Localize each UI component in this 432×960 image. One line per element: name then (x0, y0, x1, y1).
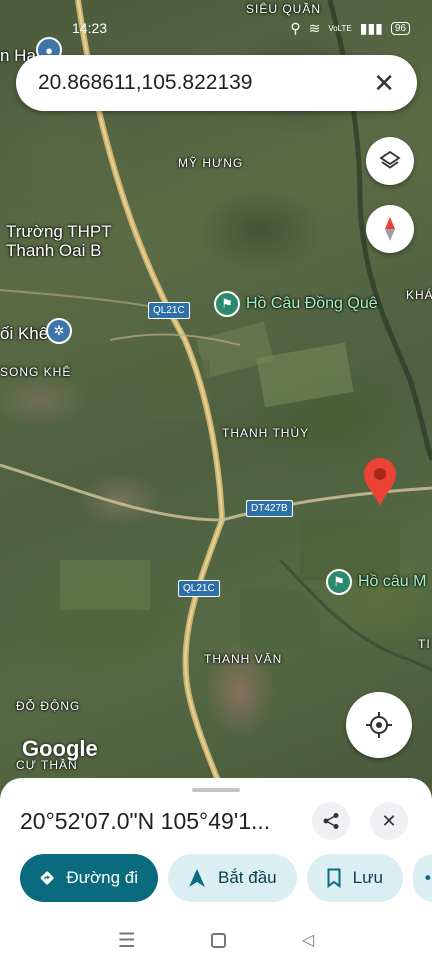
home-icon[interactable] (211, 932, 227, 948)
search-query[interactable]: 20.868611,105.822139 (38, 71, 373, 95)
system-nav-bar: ☰ ◁ (0, 920, 432, 960)
close-icon[interactable]: ✕ (373, 70, 395, 96)
compass-icon (385, 217, 395, 241)
battery-indicator: 96 (390, 22, 410, 35)
status-icons: ⚲ ≋ VoLTE ▮▮▮ 96 (290, 20, 410, 37)
layers-icon (379, 150, 401, 169)
wifi-icon: ≋ (308, 20, 321, 36)
map-label-truong-thpt: Trường THPT Thanh Oai B (6, 222, 112, 260)
map-label-ti: TI (418, 637, 431, 651)
more-icon: • (424, 868, 431, 887)
status-bar: 14:23 ⚲ ≋ VoLTE ▮▮▮ 96 (0, 0, 432, 56)
status-time: 14:23 (72, 20, 108, 36)
place-bottom-sheet[interactable]: 20°52'07.0"N 105°49'1... ✕ Đường đi Bắt … (0, 778, 432, 960)
map-label-song-khe: SONG KHÊ (0, 365, 72, 379)
directions-button[interactable]: Đường đi (20, 854, 158, 902)
google-logo: Google (22, 736, 98, 761)
map-label-oi-khe: ối Khê (0, 324, 49, 343)
share-button[interactable] (312, 802, 350, 840)
road-shield-ql21c: QL21C (178, 580, 220, 597)
bookmark-icon (327, 868, 341, 888)
signal-icon: ▮▮▮ (359, 20, 383, 36)
layers-button[interactable] (366, 137, 414, 185)
share-icon (323, 813, 339, 829)
poi-ho-cau-m[interactable]: ⚑ Hồ câu M (326, 569, 426, 595)
road-shield-ql21c: QL21C (148, 302, 190, 319)
map-label-kha: KHÁ (406, 288, 432, 302)
recent-apps-icon[interactable]: ☰ (118, 928, 136, 953)
action-chips: Đường đi Bắt đầu Lưu • (20, 854, 432, 902)
start-label: Bắt đầu (218, 868, 277, 887)
satellite-map[interactable]: SIÊU QUẦN n Hạ MỸ HƯNG Trường THPT Thanh… (0, 0, 432, 800)
gear-icon: ✲ (46, 318, 72, 344)
poi-ho-cau-dong-que[interactable]: ⚑ Hồ Câu Đồng Quê (214, 291, 378, 317)
poi-name: Hồ Câu Đồng Quê (246, 295, 378, 312)
my-location-button[interactable] (346, 692, 412, 758)
drag-handle[interactable] (192, 788, 240, 792)
crosshair-icon (366, 712, 392, 738)
search-bar[interactable]: 20.868611,105.822139 ✕ (16, 55, 417, 111)
map-label-thanh-thuy: THANH THÙY (222, 426, 310, 440)
more-actions-button[interactable]: • (412, 854, 432, 902)
network-type: VoLTE (328, 24, 352, 33)
poi-name: Hồ câu M (358, 573, 427, 590)
directions-icon (40, 871, 54, 885)
close-sheet-button[interactable]: ✕ (370, 802, 408, 840)
fishing-poi-icon: ⚑ (326, 569, 352, 595)
save-label: Lưu (352, 868, 383, 887)
map-label-thanh-van: THANH VĂN (204, 652, 283, 666)
map-label-my-hung: MỸ HƯNG (178, 156, 244, 170)
place-title: 20°52'07.0"N 105°49'1... (20, 808, 271, 834)
location-icon: ⚲ (290, 20, 301, 36)
road-shield-dt427b: DT427B (246, 500, 293, 517)
location-pin (364, 458, 396, 506)
map-roads (0, 0, 432, 800)
navigation-arrow-icon (189, 869, 205, 887)
compass-button[interactable] (366, 205, 414, 253)
fishing-poi-icon: ⚑ (214, 291, 240, 317)
poi-settings-marker[interactable]: ✲ (46, 318, 72, 344)
map-label-do-dong: ĐỖ ĐỘNG (16, 699, 81, 713)
back-icon[interactable]: ◁ (302, 930, 314, 950)
save-button[interactable]: Lưu (306, 854, 403, 902)
close-icon: ✕ (381, 810, 397, 831)
directions-label: Đường đi (66, 868, 138, 887)
start-button[interactable]: Bắt đầu (168, 854, 297, 902)
